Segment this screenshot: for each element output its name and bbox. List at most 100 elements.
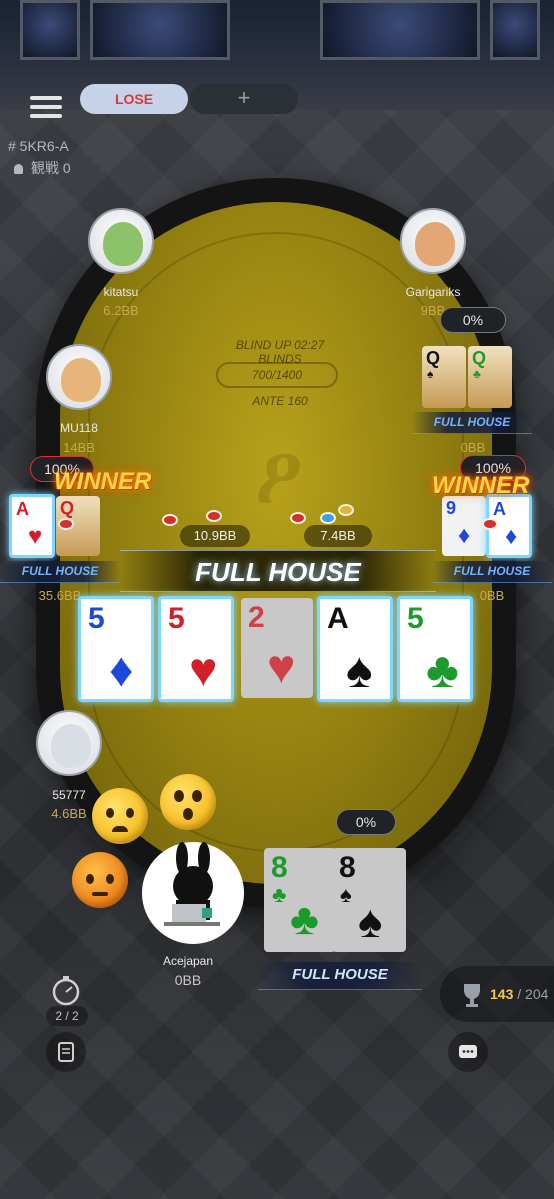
emoji-mouth bbox=[92, 892, 108, 896]
stopwatch-icon[interactable] bbox=[46, 970, 86, 1010]
player-name-acejapan: Acejapan bbox=[162, 954, 214, 968]
emoji-eye bbox=[106, 874, 114, 884]
table-line bbox=[88, 232, 464, 852]
crying-emoji-icon bbox=[92, 788, 148, 844]
surprised-emoji-icon bbox=[160, 774, 216, 830]
window-left bbox=[20, 0, 80, 60]
emoji-eye bbox=[86, 874, 94, 884]
player-stack-kitatsu: 6.2BB bbox=[103, 303, 139, 318]
card-suit: ♥ bbox=[189, 644, 218, 697]
card-rank: A bbox=[16, 499, 29, 519]
table-logo: ዖ bbox=[255, 430, 303, 519]
chip bbox=[290, 512, 306, 524]
pot-amount-1: 10.9BB bbox=[180, 525, 250, 547]
rabbit-laptop-avatar-icon bbox=[164, 842, 220, 926]
window-center-right bbox=[320, 0, 480, 60]
card-suit: ♠ bbox=[427, 367, 434, 381]
ante-value: ANTE 160 bbox=[252, 394, 308, 408]
card-suit: ♣ bbox=[426, 642, 459, 698]
board-card-4: A ♠ bbox=[317, 596, 393, 702]
card-suit: ♥ bbox=[267, 641, 296, 694]
tournament-rank: 143 / 204 bbox=[490, 986, 548, 1002]
dragon-avatar-icon bbox=[103, 222, 143, 266]
window-right bbox=[490, 0, 540, 60]
angry-devil-emoji-icon bbox=[72, 852, 128, 908]
hand-label-acejapan: FULL HOUSE bbox=[258, 962, 422, 990]
player-stack-mu118: 14BB bbox=[63, 440, 95, 455]
card-suit: ♦ bbox=[109, 644, 134, 697]
player-stack-right-upper: 0BB bbox=[460, 440, 486, 455]
emoji-eye bbox=[126, 808, 134, 818]
chip bbox=[162, 514, 178, 526]
equity-garigariks: 0% bbox=[440, 307, 506, 333]
chip bbox=[206, 510, 222, 522]
card-suit: ♥ bbox=[28, 523, 43, 550]
winner-badge-right: WINNER bbox=[432, 472, 530, 499]
viewer-count: 観戦 0 bbox=[14, 158, 71, 178]
tab-lose[interactable]: LOSE bbox=[80, 84, 188, 114]
chip bbox=[482, 518, 498, 530]
player-name-kitatsu: kitatsu bbox=[103, 285, 139, 299]
menu-icon[interactable] bbox=[30, 96, 62, 122]
history-icon[interactable] bbox=[46, 1032, 86, 1072]
card-rank: Q bbox=[60, 498, 75, 518]
avatar-garigariks[interactable] bbox=[400, 208, 466, 274]
chip bbox=[338, 504, 354, 516]
board-card-1: 5 ♦ bbox=[78, 596, 154, 702]
hand-result-banner: FULL HOUSE bbox=[120, 550, 436, 592]
my-card-1: 8 ♣ ♣ bbox=[264, 848, 336, 952]
winner-badge-left: WINNER bbox=[54, 468, 152, 495]
card-rank: 5 bbox=[407, 602, 424, 635]
avatar-55777[interactable] bbox=[36, 710, 102, 776]
hand-label-right-upper: FULL HOUSE bbox=[412, 412, 532, 434]
my-card-2: 8 ♠ ♠ bbox=[332, 848, 406, 952]
card-suit-large: ♣ bbox=[290, 895, 319, 944]
blinds-value: 700/1400 bbox=[216, 362, 338, 388]
card-rank: Q bbox=[426, 348, 441, 368]
shiba-avatar-icon bbox=[61, 358, 101, 402]
card-rank: 8 bbox=[339, 851, 356, 884]
card-left-winner-1: A ♥ bbox=[9, 494, 55, 558]
card-rank: 5 bbox=[88, 602, 105, 635]
card-rank: 5 bbox=[168, 602, 185, 635]
card-suit: ♠ bbox=[346, 642, 373, 698]
viewer-count-text: 観戦 0 bbox=[31, 160, 71, 176]
player-stack-acejapan: 0BB bbox=[174, 972, 202, 988]
card-suit: ♦ bbox=[505, 523, 518, 550]
avatar-kitatsu[interactable] bbox=[88, 208, 154, 274]
chip bbox=[320, 512, 336, 524]
card-right-winner-1: 9 ♦ bbox=[442, 496, 486, 556]
card-suit: ♦ bbox=[458, 522, 471, 549]
rank-total: / 204 bbox=[517, 986, 549, 1002]
card-rank: A bbox=[327, 602, 349, 635]
hand-label-right-winner: FULL HOUSE bbox=[432, 561, 552, 583]
board-card-5: 5 ♣ bbox=[397, 596, 473, 702]
hand-label-left-winner: FULL HOUSE bbox=[0, 561, 120, 583]
timebank-count: 2 / 2 bbox=[46, 1006, 88, 1026]
chat-icon[interactable] bbox=[448, 1032, 488, 1072]
emoji-eye bbox=[106, 808, 114, 818]
card-suit-large: ♠ bbox=[358, 895, 383, 947]
avatar-acejapan[interactable] bbox=[142, 842, 244, 944]
window-center-left bbox=[90, 0, 230, 60]
emoji-mouth bbox=[183, 808, 193, 820]
emoji-mouth bbox=[112, 826, 128, 832]
blind-up-timer: BLIND UP 02:27 bbox=[235, 338, 325, 352]
card-rank: 8 bbox=[271, 851, 288, 884]
equity-acejapan: 0% bbox=[336, 809, 396, 835]
player-name-mu118: MU118 bbox=[60, 421, 98, 435]
card-rank: 2 bbox=[248, 601, 265, 634]
card-suit: ♣ bbox=[473, 367, 481, 381]
trophy-icon bbox=[452, 974, 492, 1014]
board-card-3: 2 ♥ bbox=[241, 598, 313, 698]
avatar-mu118[interactable] bbox=[46, 344, 112, 410]
card-rank: Q bbox=[472, 348, 487, 368]
board-card-2: 5 ♥ bbox=[158, 596, 234, 702]
llama-avatar-icon bbox=[415, 222, 455, 266]
emoji-eye bbox=[174, 790, 184, 802]
card-rank: A bbox=[493, 499, 506, 519]
player-name-garigariks: Garigariks bbox=[405, 285, 461, 299]
card-suit: ♣ bbox=[272, 882, 287, 907]
rank-current: 143 bbox=[490, 986, 514, 1002]
add-table-button[interactable]: + bbox=[190, 84, 298, 114]
